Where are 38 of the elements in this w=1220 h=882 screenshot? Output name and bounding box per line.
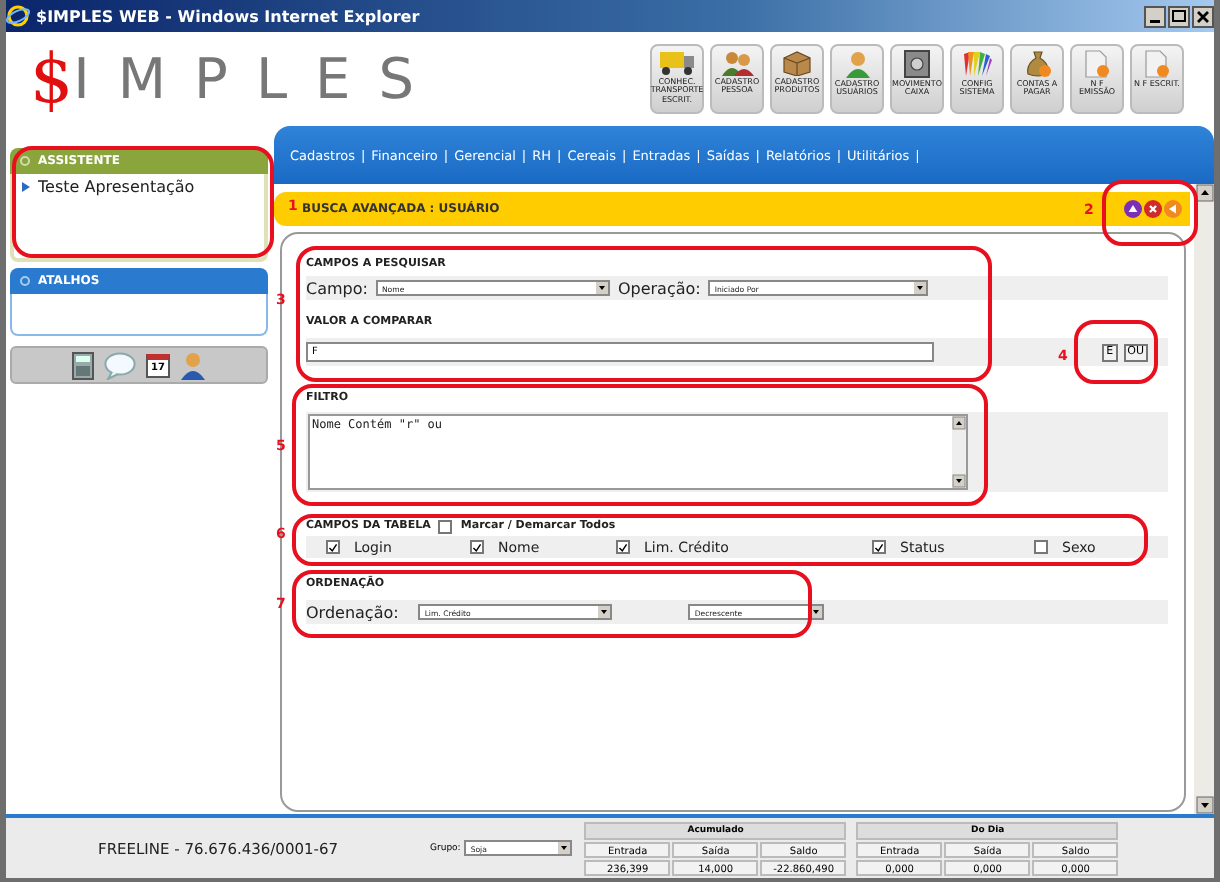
- field-label: Ordenação:: [306, 603, 399, 621]
- dropdown-arrow-icon: [595, 282, 608, 294]
- up-arrow-icon[interactable]: [1124, 200, 1142, 218]
- annotation-outline: [1074, 320, 1158, 384]
- annotation-outline: [1102, 180, 1198, 246]
- money-bag-icon: [1023, 50, 1051, 78]
- checkbox[interactable]: [438, 519, 453, 533]
- minimize-icon[interactable]: [1144, 5, 1166, 27]
- safe-icon: [904, 50, 930, 78]
- maximize-icon[interactable]: [1168, 5, 1190, 27]
- calculator-icon[interactable]: [72, 351, 94, 379]
- checkbox[interactable]: [326, 540, 340, 554]
- document-icon: [1144, 50, 1170, 78]
- bullet-icon: [22, 182, 30, 192]
- dropdown-arrow-icon: [598, 606, 611, 618]
- checkbox[interactable]: [1034, 540, 1048, 554]
- document-icon: [1084, 50, 1110, 78]
- person-icon: [843, 50, 871, 78]
- color-swatch-icon: [962, 50, 992, 78]
- app-logo: $IMPLES: [30, 45, 443, 113]
- scroll-up-icon[interactable]: [1195, 184, 1213, 202]
- close-icon[interactable]: [1192, 5, 1214, 27]
- checkbox[interactable]: [872, 540, 886, 554]
- field-label: Operação:: [617, 279, 701, 297]
- dropdown-arrow-icon: [558, 842, 571, 854]
- person-icon[interactable]: [180, 351, 206, 379]
- assistant-link[interactable]: Teste Apresentação: [38, 178, 195, 196]
- dropdown-arrow-icon: [914, 282, 927, 294]
- checkbox[interactable]: [470, 540, 484, 554]
- scrollbar[interactable]: [1194, 184, 1214, 814]
- checkbox[interactable]: [616, 540, 630, 554]
- people-icon: [721, 50, 753, 76]
- truck-icon: [659, 50, 695, 76]
- field-label: Campo:: [306, 279, 368, 297]
- scroll-down-icon[interactable]: [1195, 796, 1213, 814]
- window-title: $IMPLES WEB - Windows Internet Explorer: [36, 7, 420, 25]
- box-icon: [782, 50, 812, 76]
- browser-icon: [6, 4, 30, 28]
